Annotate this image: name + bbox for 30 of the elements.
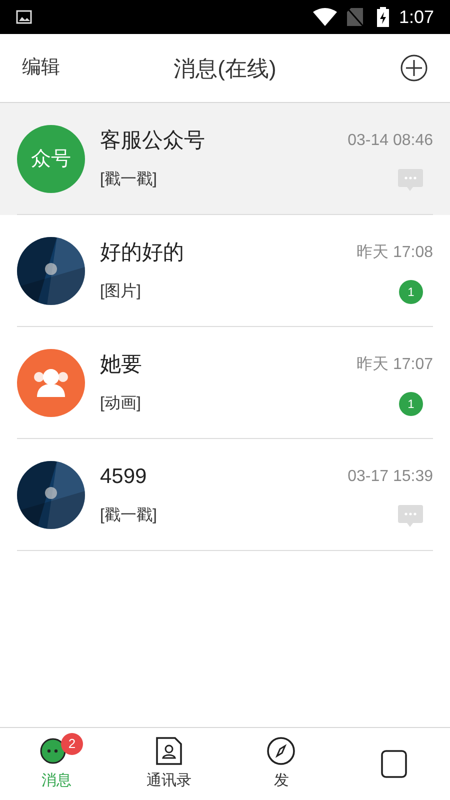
message-preview: [戳一戳] — [100, 170, 157, 190]
nav-tab[interactable]: 消息 2 — [0, 728, 112, 800]
page-title: 消息(在线) — [172, 54, 278, 82]
contact-name: 4599 — [100, 464, 147, 490]
message-time: 03-14 08:46 — [348, 130, 433, 150]
contact-name: 她要 — [100, 352, 142, 378]
image-icon — [16, 10, 32, 24]
unread-count-badge: 2 — [61, 733, 83, 755]
unread-badge: 1 — [399, 392, 423, 416]
contact-name: 好的好的 — [100, 240, 184, 266]
status-time: 1:07 — [398, 6, 434, 28]
chat-bubble-icon — [398, 505, 423, 528]
message-preview: [动画] — [100, 394, 141, 414]
message-time: 03-17 15:39 — [348, 466, 433, 486]
nav-tab[interactable]: 发 — [225, 728, 338, 800]
message-preview: [戳一戳] — [100, 506, 157, 526]
wifi-icon — [312, 8, 337, 26]
contact-name: 客服公众号 — [100, 128, 205, 154]
chat-bubble-icon — [398, 169, 423, 192]
nav-tab[interactable]: 通讯录 — [112, 728, 225, 800]
no-sim-icon — [346, 8, 363, 26]
message-time: 昨天 17:08 — [356, 242, 433, 262]
add-icon[interactable] — [400, 54, 428, 82]
battery-charging-icon — [376, 7, 389, 27]
edit-button[interactable]: 编辑 — [22, 54, 112, 82]
message-preview: [图片] — [100, 282, 141, 302]
message-time: 昨天 17:07 — [356, 354, 433, 374]
avatar: 众号 — [17, 124, 85, 192]
conversation-row[interactable]: 众号 客服公众号 03-14 08:46 [戳一戳] — [0, 103, 450, 215]
unread-badge: 1 — [399, 280, 423, 304]
